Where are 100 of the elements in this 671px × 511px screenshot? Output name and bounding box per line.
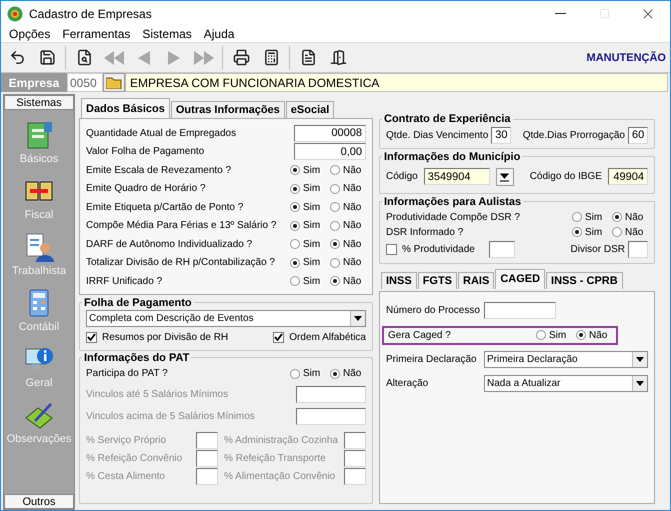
input-field[interactable]: 49904 bbox=[608, 168, 648, 185]
field-label: % Alimentação Convênio bbox=[224, 471, 336, 482]
menu-item[interactable]: Ferramentas bbox=[56, 26, 136, 42]
input-field[interactable] bbox=[196, 450, 218, 467]
next-icon bbox=[168, 50, 180, 64]
dropdown[interactable]: Nada a Atualizar bbox=[484, 375, 648, 392]
checkbox[interactable]: % Produtividade bbox=[386, 244, 475, 254]
input-field[interactable] bbox=[628, 240, 648, 258]
company-code-field[interactable]: 0050 bbox=[67, 73, 103, 92]
sidebar-header-button[interactable]: Sistemas bbox=[4, 95, 74, 110]
group-title: Informações do PAT bbox=[83, 352, 190, 364]
pen-paper-icon bbox=[24, 400, 54, 430]
radio-button[interactable]: Não bbox=[330, 164, 366, 176]
radio-button[interactable]: Sim bbox=[290, 202, 326, 213]
input-field[interactable] bbox=[344, 450, 366, 467]
last-icon bbox=[194, 50, 214, 64]
mode-label: MANUTENÇÃO bbox=[586, 52, 666, 64]
input-field[interactable] bbox=[488, 240, 515, 258]
field-label: Compõe Média Para Férias e 13º Salário ? bbox=[86, 220, 276, 232]
input-field[interactable] bbox=[296, 386, 366, 402]
field-label: % Refeição Transporte bbox=[224, 453, 327, 464]
input-field[interactable]: 00008 bbox=[294, 124, 366, 142]
field-label: Valor Folha de Pagamento bbox=[86, 146, 204, 158]
radio-button[interactable]: Não bbox=[330, 238, 366, 250]
radio-button[interactable]: Sim bbox=[290, 238, 326, 250]
radio-button[interactable]: Sim bbox=[290, 368, 326, 380]
field-label: Qtde.Dias Prorrogação bbox=[522, 130, 625, 141]
radio-button[interactable]: Não bbox=[612, 226, 648, 238]
field-label: Produtividade Compõe DSR ? bbox=[386, 212, 520, 222]
tab[interactable]: Dados Básicos bbox=[81, 98, 170, 118]
input-field[interactable]: 30 bbox=[491, 126, 512, 144]
tab[interactable]: Outras Informações bbox=[170, 101, 285, 118]
checkmark-icon bbox=[274, 333, 284, 342]
input-field[interactable] bbox=[344, 432, 366, 449]
radio-button[interactable]: Sim bbox=[290, 164, 326, 176]
minimize-icon bbox=[554, 13, 566, 14]
field-label: Quantidade Atual de Empregados bbox=[86, 128, 236, 139]
input-field[interactable] bbox=[484, 302, 556, 319]
field-label: Alteração bbox=[386, 378, 430, 389]
menu-item[interactable]: Opções bbox=[3, 26, 56, 42]
radio-button[interactable]: Não bbox=[612, 212, 648, 222]
field-label: Qtde. Dias Vencimento bbox=[386, 130, 488, 141]
radio-button[interactable]: Sim bbox=[290, 257, 326, 268]
lookup-button[interactable] bbox=[496, 168, 514, 186]
tab[interactable]: FGTS bbox=[418, 272, 458, 288]
checkbox[interactable]: Resumos por Divisão de RH bbox=[86, 332, 228, 343]
radio-button[interactable]: Não bbox=[576, 330, 612, 340]
calculator-icon bbox=[262, 49, 280, 66]
radio-button[interactable]: Não bbox=[330, 183, 366, 194]
field-label: Participa do PAT ? bbox=[86, 368, 168, 380]
tab[interactable]: INSS - CPRB bbox=[546, 272, 623, 288]
group-title: Folha de Pagamento bbox=[83, 296, 193, 308]
tab[interactable]: CAGED bbox=[495, 268, 546, 288]
radio-button[interactable]: Não bbox=[330, 276, 366, 287]
radio-button[interactable]: Não bbox=[330, 220, 366, 232]
field-label: Totalizar Divisão de RH p/Contabilização ? bbox=[86, 257, 275, 268]
open-folder-button[interactable] bbox=[103, 73, 125, 92]
field-label: % Administração Cozinha bbox=[224, 435, 338, 446]
radio-button[interactable]: Não bbox=[330, 368, 366, 380]
input-field[interactable] bbox=[296, 408, 366, 424]
caret-icon bbox=[636, 357, 644, 362]
previous-icon bbox=[138, 50, 150, 64]
field-label: Vinculos até 5 Salários Mínimos bbox=[86, 388, 228, 400]
field-label: Emite Quadro de Horário ? bbox=[86, 183, 206, 194]
radio-button[interactable]: Sim bbox=[572, 226, 608, 238]
sidebar-footer-button[interactable]: Outros bbox=[4, 494, 74, 509]
tab[interactable]: RAIS bbox=[458, 272, 494, 288]
tab[interactable]: eSocial bbox=[286, 101, 334, 118]
radio-button[interactable]: Não bbox=[330, 202, 366, 213]
input-field[interactable]: 3549904 bbox=[424, 168, 490, 185]
dropdown[interactable]: Primeira Declaração bbox=[484, 351, 648, 368]
radio-button[interactable]: Sim bbox=[536, 330, 572, 340]
input-field[interactable] bbox=[344, 468, 366, 485]
save-icon bbox=[38, 49, 56, 66]
menu-item[interactable]: Ajuda bbox=[198, 26, 240, 42]
input-field[interactable] bbox=[196, 432, 218, 449]
checkbox[interactable]: Ordem Alfabética bbox=[273, 332, 366, 343]
field-label: Código do IBGE bbox=[530, 171, 602, 182]
radio-button[interactable]: Sim bbox=[290, 183, 326, 194]
app-icon bbox=[7, 6, 23, 22]
radio-button[interactable]: Sim bbox=[290, 220, 326, 232]
field-label: Número do Processo bbox=[386, 305, 481, 316]
field-label: IRRF Unificado ? bbox=[86, 276, 162, 287]
company-label: Empresa bbox=[1, 73, 67, 92]
field-label: % Serviço Próprio bbox=[86, 435, 168, 446]
radio-button[interactable]: Não bbox=[330, 257, 366, 268]
radio-button[interactable]: Sim bbox=[290, 276, 326, 287]
input-field[interactable] bbox=[196, 468, 218, 485]
field-label: Vinculos acima de 5 Salários Mínimos bbox=[86, 410, 255, 422]
payroll-select[interactable]: Completa com Descrição de Eventos bbox=[86, 310, 366, 328]
tab[interactable]: INSS bbox=[381, 272, 417, 288]
input-field[interactable]: 60 bbox=[628, 126, 648, 144]
field-label: DARF de Autônomo Individualizado ? bbox=[86, 238, 252, 250]
door-icon bbox=[330, 49, 346, 66]
field-label: Primeira Declaração bbox=[386, 354, 478, 365]
radio-button[interactable]: Sim bbox=[572, 212, 608, 222]
menu-item[interactable]: Sistemas bbox=[136, 26, 198, 42]
company-name-field[interactable]: EMPRESA COM FUNCIONARIA DOMESTICA bbox=[125, 73, 668, 92]
input-field[interactable]: 0,00 bbox=[294, 143, 366, 160]
folder-icon bbox=[106, 76, 122, 89]
